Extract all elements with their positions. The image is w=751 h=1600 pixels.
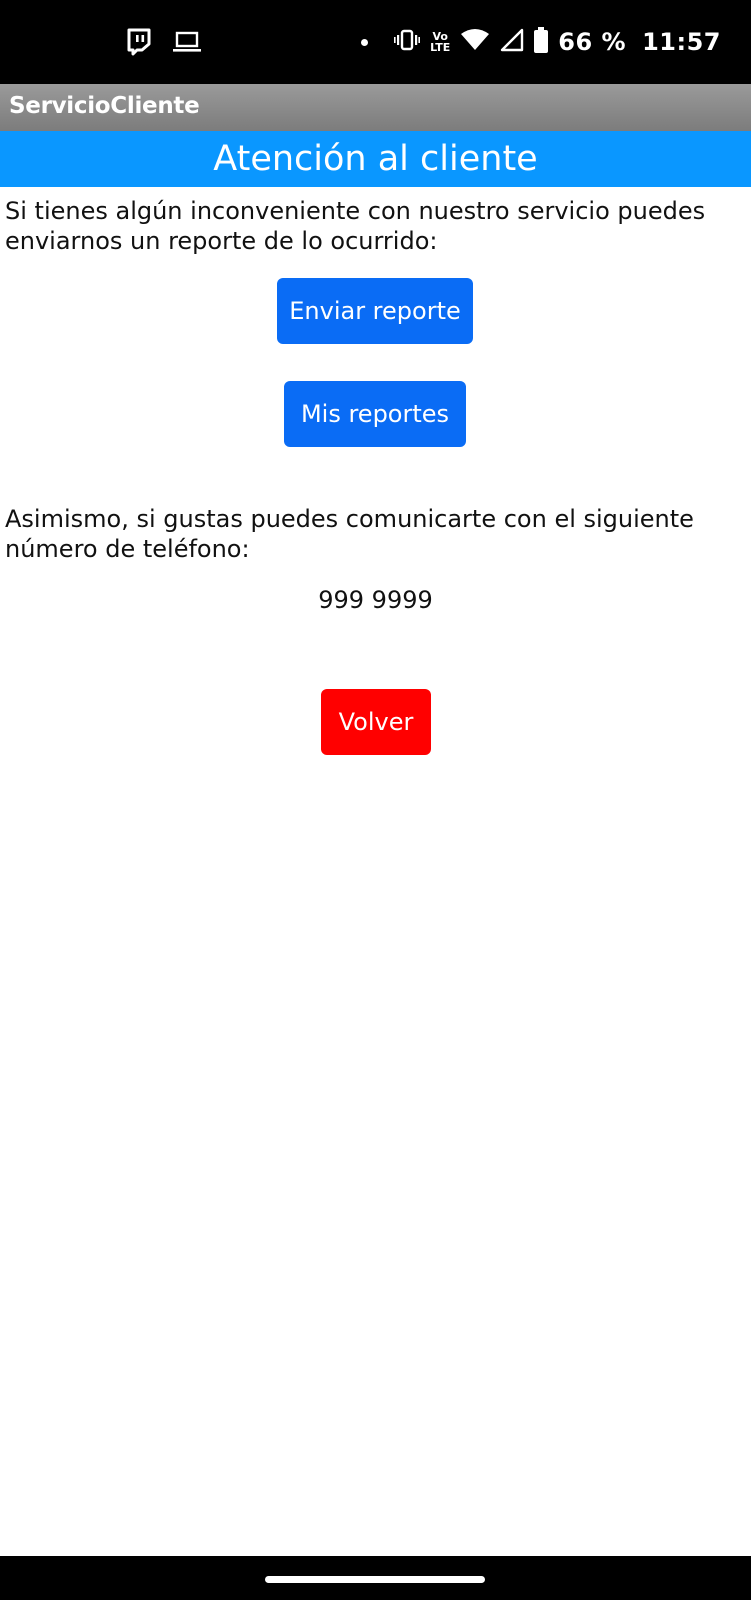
volte-icon: Vo LTE	[430, 30, 451, 54]
status-bar-right: Vo LTE 66 % 11:57	[361, 22, 721, 62]
app-title: ServicioCliente	[9, 93, 200, 119]
action-bar: ServicioCliente	[0, 84, 751, 131]
wifi-icon	[460, 28, 490, 57]
back-button[interactable]: Volver	[321, 689, 431, 755]
vibrate-icon	[394, 28, 421, 57]
page-title: Atención al cliente	[213, 139, 538, 179]
signal-icon	[500, 28, 524, 57]
status-bar-left	[126, 28, 202, 61]
navigation-bar	[0, 1556, 751, 1600]
intro-text: Si tienes algún inconveniente con nuestr…	[5, 197, 706, 255]
notification-dot-icon	[361, 38, 369, 46]
page-header: Atención al cliente	[0, 131, 751, 187]
home-gesture-handle[interactable]	[265, 1576, 485, 1583]
battery-percentage: 66 %	[558, 28, 627, 56]
laptop-icon	[172, 30, 202, 59]
clock: 11:57	[642, 28, 721, 56]
battery-icon	[534, 26, 549, 58]
contact-text: Asimismo, si gustas puedes comunicarte c…	[5, 505, 694, 563]
status-bar: Vo LTE 66 % 11:57	[0, 0, 751, 84]
twitch-icon	[126, 28, 152, 61]
send-report-button[interactable]: Enviar reporte	[277, 278, 473, 344]
my-reports-button[interactable]: Mis reportes	[284, 381, 466, 447]
phone-number: 999 9999	[318, 586, 433, 614]
